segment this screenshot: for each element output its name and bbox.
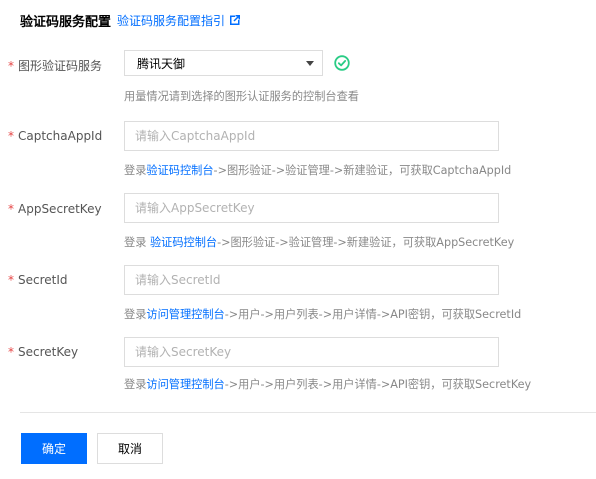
- secret-id-label: * SecretId: [8, 273, 68, 287]
- required-mark: *: [8, 59, 14, 73]
- secret-key-label: * SecretKey: [8, 345, 78, 359]
- provider-select[interactable]: 腾讯天御: [124, 50, 323, 76]
- captcha-app-id-label-text: CaptchaAppId: [18, 129, 103, 143]
- help-suffix: ->用户->用户列表->用户详情->API密钥，可获取SecretKey: [224, 378, 532, 391]
- captcha-config-form: 验证码服务配置 验证码服务配置指引 * 图形验证码服务 腾讯天御 用量情况请到选择…: [0, 0, 596, 479]
- guide-link-label: 验证码服务配置指引: [117, 13, 226, 28]
- app-secret-key-input[interactable]: [124, 193, 499, 223]
- cam-console-link[interactable]: 访问管理控制台: [146, 378, 224, 391]
- page-title: 验证码服务配置: [20, 14, 112, 30]
- help-suffix: ->用户->用户列表->用户详情->API密钥，可获取SecretId: [224, 308, 522, 321]
- captcha-app-id-label: * CaptchaAppId: [8, 129, 102, 143]
- secret-key-help: 登录访问管理控制台->用户->用户列表->用户详情->API密钥，可获取Secr…: [124, 376, 531, 392]
- app-secret-key-label: * AppSecretKey: [8, 202, 102, 216]
- provider-label: * 图形验证码服务: [8, 57, 102, 74]
- captcha-console-link[interactable]: 验证码控制台: [146, 164, 213, 177]
- help-prefix: 登录: [124, 164, 147, 177]
- provider-help: 用量情况请到选择的图形认证服务的控制台查看: [124, 90, 359, 103]
- app-secret-key-help: 登录 验证码控制台->图形验证->验证管理->新建验证，可获取AppSecret…: [124, 234, 514, 250]
- help-suffix: ->图形验证->验证管理->新建验证，可获取AppSecretKey: [217, 236, 515, 249]
- help-suffix: ->图形验证->验证管理->新建验证，可获取CaptchaAppId: [213, 164, 512, 177]
- provider-select-value: 腾讯天御: [137, 56, 186, 71]
- page-header: 验证码服务配置 验证码服务配置指引: [20, 10, 241, 30]
- captcha-app-id-help: 登录验证码控制台->图形验证->验证管理->新建验证，可获取CaptchaApp…: [124, 162, 511, 178]
- help-prefix: 登录: [124, 308, 147, 321]
- captcha-app-id-input[interactable]: [124, 121, 499, 151]
- captcha-console-link[interactable]: 验证码控制台: [150, 236, 217, 249]
- check-circle-icon: [334, 55, 350, 71]
- secret-key-input[interactable]: [124, 337, 499, 367]
- provider-label-text: 图形验证码服务: [18, 59, 103, 73]
- external-link-icon: [230, 15, 241, 25]
- footer-divider: [20, 412, 596, 413]
- help-prefix: 登录: [124, 378, 147, 391]
- cam-console-link[interactable]: 访问管理控制台: [146, 308, 224, 321]
- secret-id-label-text: SecretId: [18, 273, 68, 287]
- secret-id-help: 登录访问管理控制台->用户->用户列表->用户详情->API密钥，可获取Secr…: [124, 306, 521, 322]
- cancel-button[interactable]: 取消: [97, 433, 163, 464]
- help-prefix: 登录: [124, 236, 150, 249]
- app-secret-key-label-text: AppSecretKey: [18, 202, 102, 216]
- secret-id-input[interactable]: [124, 265, 499, 295]
- required-mark: *: [8, 273, 14, 287]
- secret-key-label-text: SecretKey: [18, 345, 79, 359]
- guide-link[interactable]: 验证码服务配置指引: [117, 12, 241, 29]
- chevron-down-icon: [306, 61, 314, 66]
- confirm-button[interactable]: 确定: [21, 433, 87, 464]
- required-mark: *: [8, 345, 14, 359]
- required-mark: *: [8, 129, 14, 143]
- required-mark: *: [8, 202, 14, 216]
